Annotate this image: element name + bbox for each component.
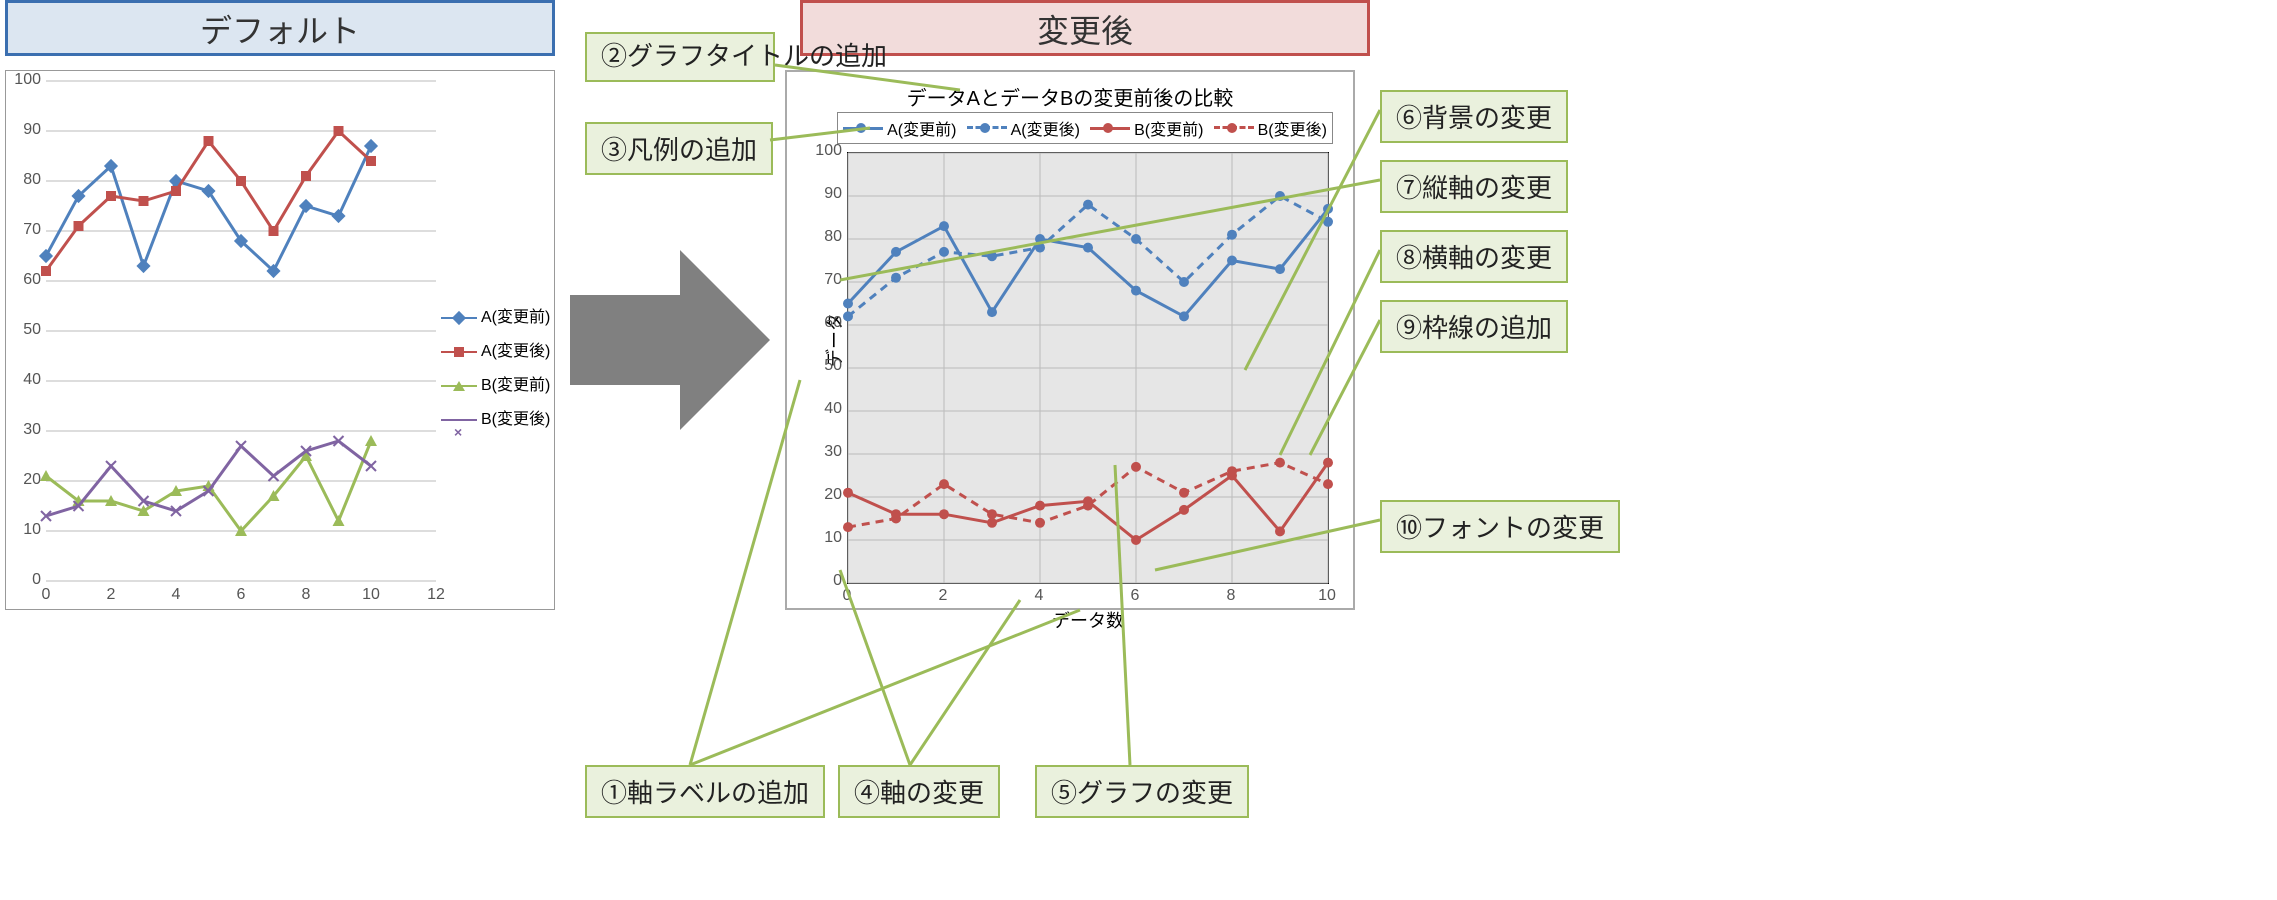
callout-5: ⑤グラフの変更 bbox=[1035, 765, 1249, 818]
legend-label: B(変更前) bbox=[1134, 116, 1203, 140]
chart-default: A(変更前) A(変更後) B(変更前) ×B(変更後) 01020304050… bbox=[5, 70, 555, 610]
legend-item: A(変更後) bbox=[967, 114, 1080, 142]
legend-right: A(変更前) A(変更後) B(変更前) B(変更後) bbox=[837, 112, 1333, 144]
callout-4: ④軸の変更 bbox=[838, 765, 1000, 818]
x-axis-label: データ数 bbox=[848, 607, 1328, 633]
callout-2: ②グラフタイトルの追加 bbox=[585, 32, 775, 82]
callout-1: ①軸ラベルの追加 bbox=[585, 765, 825, 818]
legend-item: A(変更前) bbox=[843, 114, 956, 142]
plot-area-left bbox=[46, 81, 436, 581]
legend-item: A(変更後) bbox=[441, 335, 551, 369]
legend-item: ×B(変更後) bbox=[441, 403, 551, 437]
legend-item: B(変更前) bbox=[1090, 114, 1203, 142]
callout-10: ⑩フォントの変更 bbox=[1380, 500, 1620, 553]
chart-after: データAとデータBの変更前後の比較 A(変更前) A(変更後) B(変更前) B… bbox=[785, 70, 1355, 610]
legend-label: B(変更後) bbox=[481, 403, 550, 437]
callout-8: ⑧横軸の変更 bbox=[1380, 230, 1568, 283]
callout-9: ⑨枠線の追加 bbox=[1380, 300, 1568, 353]
legend-item: B(変更後) bbox=[1214, 114, 1327, 142]
legend-label: B(変更後) bbox=[1258, 116, 1327, 140]
legend-label: A(変更前) bbox=[887, 116, 956, 140]
callout-7: ⑦縦軸の変更 bbox=[1380, 160, 1568, 213]
arrow-right-icon bbox=[570, 250, 770, 430]
legend-left: A(変更前) A(変更後) B(変更前) ×B(変更後) bbox=[441, 301, 551, 437]
legend-item: A(変更前) bbox=[441, 301, 551, 335]
callout-3: ③凡例の追加 bbox=[585, 122, 773, 175]
legend-label: A(変更後) bbox=[1011, 116, 1080, 140]
legend-label: A(変更後) bbox=[481, 335, 550, 369]
header-default: デフォルト bbox=[5, 0, 555, 56]
legend-label: B(変更前) bbox=[481, 369, 550, 403]
legend-item: B(変更前) bbox=[441, 369, 551, 403]
chart-title: データAとデータBの変更前後の比較 bbox=[787, 82, 1353, 111]
callout-6: ⑥背景の変更 bbox=[1380, 90, 1568, 143]
plot-area-right: データ数 bbox=[847, 152, 1329, 584]
legend-label: A(変更前) bbox=[481, 301, 550, 335]
